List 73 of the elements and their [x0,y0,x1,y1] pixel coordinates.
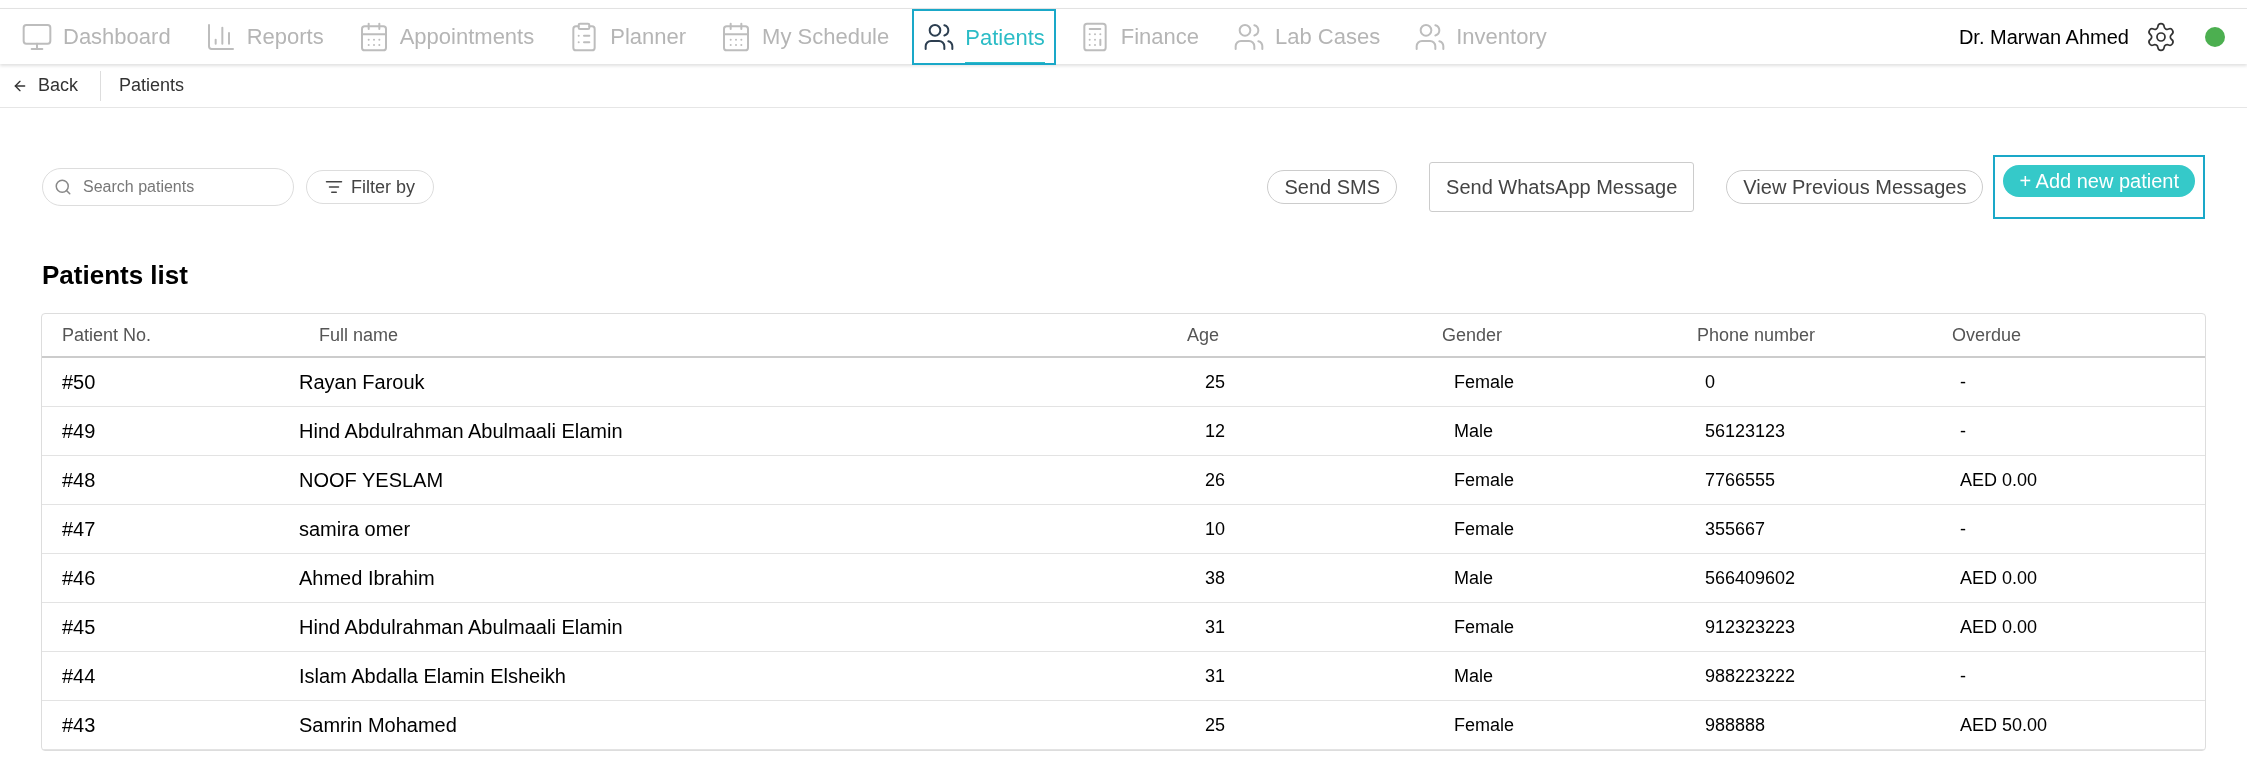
table-cell-text: 31 [1204,664,1227,688]
table-cell-text: Male [1453,419,1494,443]
table-cell-text: 7766555 [1704,468,1777,492]
nav-tab[interactable]: Lab Cases [1222,8,1392,65]
table-cell-text: Female [1453,615,1516,639]
column-header: Patient No. [61,323,153,347]
nav-tab[interactable]: Reports [193,8,335,65]
table-cell-text: Male [1453,664,1494,688]
nav-tab[interactable]: Dashboard [10,8,182,65]
table-cell-text: 988888 [1704,713,1767,737]
table-cell-text: Hind Abdulrahman Abulmaali Elamin [298,615,624,640]
table-cell-text: Female [1453,517,1516,541]
filter-icon [325,178,343,196]
table-cell-text: 26 [1204,468,1227,492]
table-cell-text: 31 [1204,615,1227,639]
column-header: Age [1187,323,1221,347]
action-button[interactable]: Send WhatsApp Message [1429,162,1695,212]
table-cell-text: - [1959,664,1967,688]
table-cell-text: Samrin Mohamed [298,713,458,738]
table-cell-text: 988223222 [1704,664,1797,688]
column-header: Overdue [1952,323,2023,347]
nav-tab[interactable]: My Schedule [709,8,901,65]
search-field[interactable]: Search patients [42,168,294,206]
table-cell-text: #47 [61,517,97,542]
table-cell-text: - [1959,517,1967,541]
table-cell-text: - [1959,419,1967,443]
table-cell-text: Female [1453,370,1516,394]
list-title: Patients list [41,259,189,292]
add-patient-button[interactable]: + Add new patient [2003,165,2195,197]
back-button[interactable]: Back [0,70,102,101]
table-cell-text: NOOF YESLAM [298,468,445,493]
table-cell-text: AED 0.00 [1959,615,2039,639]
table-cell-text: 566409602 [1704,566,1797,590]
column-header: Gender [1442,323,1504,347]
table-cell-text: 10 [1204,517,1227,541]
user-name: Dr. Marwan Ahmed [1958,24,2129,50]
table-cell-text: 912323223 [1704,615,1797,639]
table-cell-text: #48 [61,468,97,493]
table-cell-text: Female [1453,713,1516,737]
table-cell-text: #45 [61,615,97,640]
table-cell-text: 12 [1204,419,1227,443]
settings-icon[interactable] [2145,20,2177,53]
table-cell-text: 355667 [1704,517,1767,541]
table-cell-text: 25 [1204,713,1227,737]
column-header: Phone number [1697,323,1817,347]
table-cell-text: Hind Abdulrahman Abulmaali Elamin [298,419,624,444]
table-cell-text: AED 0.00 [1959,566,2039,590]
table-cell-text: 56123123 [1704,419,1787,443]
table-cell-text: samira omer [298,517,412,542]
column-header: Full name [318,323,400,347]
table-cell-text: Female [1453,468,1516,492]
nav-tab[interactable]: Appointments [346,8,546,65]
table-cell-text: AED 50.00 [1959,713,2049,737]
table-cell-text: 38 [1204,566,1227,590]
table-cell-text: Male [1453,566,1494,590]
table-cell-text: 25 [1204,370,1227,394]
table-cell-text: Islam Abdalla Elamin Elsheikh [298,664,567,689]
table-cell-text: #50 [61,370,97,395]
breadcrumb-item[interactable]: Patients [101,72,205,99]
table-cell-text: Rayan Farouk [298,370,426,395]
table-cell-text: #43 [61,713,97,738]
table-cell-text: AED 0.00 [1959,468,2039,492]
table-cell-text: - [1959,370,1967,394]
nav-tab[interactable]: Patients [912,8,1056,65]
nav-tab[interactable]: Inventory [1403,8,1558,65]
nav-tab[interactable]: Planner [557,8,698,65]
table-cell-text: #49 [61,419,97,444]
search-icon [54,178,72,196]
table-cell-text: 0 [1704,370,1716,394]
table-cell-text: #44 [61,664,97,689]
table-cell-text: Ahmed Ibrahim [298,566,436,591]
nav-tab[interactable]: Finance [1067,8,1211,65]
table-cell-text: #46 [61,566,97,591]
